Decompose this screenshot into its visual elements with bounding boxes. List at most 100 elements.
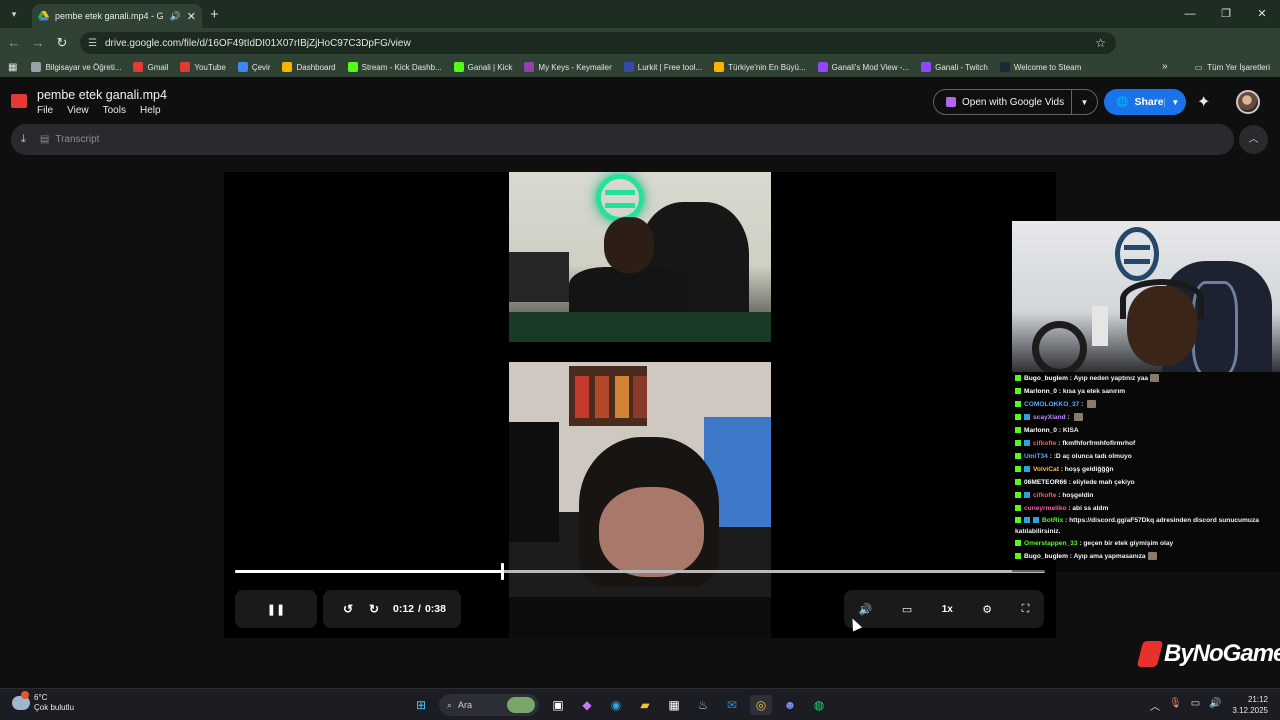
back-icon[interactable]: ← xyxy=(2,35,26,50)
bookmark-item[interactable]: Dashboard xyxy=(282,62,336,72)
settings-gear-icon[interactable]: ⚙ xyxy=(982,603,992,616)
weather-text: Çok bulutlu xyxy=(34,703,75,712)
menu-tools[interactable]: Tools xyxy=(103,105,126,116)
file-explorer-icon[interactable]: ▰ xyxy=(634,695,656,715)
account-avatar[interactable] xyxy=(1236,90,1260,114)
bookmark-item[interactable]: Stream - Kick Dashb... xyxy=(347,62,442,72)
bookmark-item[interactable]: Çevir xyxy=(237,62,270,72)
open-with-google-vids-button[interactable]: Open with Google Vids ▼ xyxy=(933,89,1098,115)
video-player[interactable]: ❚❚ ↺ ↻ 0:12 / 0:38 🔊 ▭ 1x ⚙ ⛶ xyxy=(224,172,1056,638)
restore-icon[interactable]: ❐ xyxy=(1208,0,1244,28)
microphone-icon[interactable]: 🎙 xyxy=(1169,698,1182,713)
clock[interactable]: 21:12 3.12.2025 xyxy=(1232,694,1268,716)
forward-10-icon[interactable]: ↻ xyxy=(361,602,387,616)
chat-username: VolviCat xyxy=(1033,466,1059,473)
copilot-icon[interactable]: ◆ xyxy=(576,695,598,715)
chat-username: BotRix xyxy=(1042,517,1064,524)
site-info-icon[interactable]: ☰ xyxy=(88,38,97,49)
bookmark-item[interactable]: Lurkit | Free tool... xyxy=(623,62,703,72)
menu-file[interactable]: File xyxy=(37,105,53,116)
window-controls: — ❐ ✕ xyxy=(1172,0,1280,28)
task-view-icon[interactable]: ▣ xyxy=(547,695,569,715)
bookmark-item[interactable]: Ganali | Kick xyxy=(453,62,512,72)
steam-icon[interactable]: ♨ xyxy=(692,695,714,715)
collapse-chevron-icon[interactable]: ︿ xyxy=(1239,125,1268,154)
chat-message: Marlonn_0 : KISA xyxy=(1015,424,1280,437)
network-icon[interactable]: ▭ xyxy=(1191,698,1200,713)
bookmark-item[interactable]: Bilgisayar ve Öğreti... xyxy=(31,62,121,72)
download-icon[interactable]: ⤓ xyxy=(21,133,26,146)
gemini-sparkle-icon[interactable]: ✦ xyxy=(1197,92,1210,112)
captions-icon[interactable]: ▭ xyxy=(902,603,912,616)
apps-grid-icon[interactable]: ▦ xyxy=(8,62,17,73)
all-bookmarks-label: Tüm Yer İşaretleri xyxy=(1207,62,1270,72)
chrome-icon[interactable]: ◎ xyxy=(750,695,772,715)
close-tab-icon[interactable]: ✕ xyxy=(187,10,196,23)
spotify-icon[interactable]: ◍ xyxy=(808,695,830,715)
cloud-icon xyxy=(12,691,30,710)
store-icon[interactable]: ▦ xyxy=(663,695,685,715)
video-frame-bottom xyxy=(509,362,771,638)
bookmark-item[interactable]: Welcome to Steam xyxy=(999,62,1081,72)
progress-fill xyxy=(235,570,503,573)
menu-help[interactable]: Help xyxy=(140,105,161,116)
more-bookmarks-icon[interactable]: » xyxy=(1162,57,1168,77)
bookmark-favicon-icon xyxy=(623,62,634,72)
volume-icon[interactable]: 🔊 xyxy=(859,603,873,616)
bookmark-item[interactable]: Türkiye'nin En Büyü... xyxy=(714,62,806,72)
bookmark-item[interactable]: YouTube xyxy=(180,62,226,72)
share-button[interactable]: 🌐 Share ▼ xyxy=(1104,89,1186,115)
forward-icon[interactable]: → xyxy=(26,35,50,50)
bookmark-star-icon[interactable]: ☆ xyxy=(1095,36,1106,50)
rewind-10-icon[interactable]: ↺ xyxy=(335,602,361,616)
bookmark-item[interactable]: Ganali - Twitch xyxy=(921,62,988,72)
address-bar[interactable]: ☰ drive.google.com/file/d/16OF49tIdDI01X… xyxy=(80,32,1116,54)
chat-message: VolviCat : hoşş geldiğğğn xyxy=(1015,463,1280,476)
bookmark-favicon-icon xyxy=(714,62,725,72)
chat-badge-icon xyxy=(1015,427,1021,434)
bynogame-logo-mark xyxy=(1136,641,1164,667)
bookmark-label: Lurkit | Free tool... xyxy=(637,62,703,72)
audio-playing-icon[interactable]: 🔊 xyxy=(170,11,181,22)
windows-taskbar: 6°C Çok bulutlu ⊞ ⌕ Ara ▣ ◆ ◉ ▰ ▦ ♨ ✉ ◎ … xyxy=(0,688,1280,720)
share-dropdown-icon[interactable]: ▼ xyxy=(1163,97,1186,107)
chat-message: cifkofte : hoşgeldin xyxy=(1015,489,1280,502)
progress-scrubber[interactable] xyxy=(501,563,505,580)
chat-badge-icon xyxy=(1015,540,1021,547)
windows-start-icon[interactable]: ⊞ xyxy=(410,695,432,715)
chat-text: Ayıp ama yapmasanıza xyxy=(1073,553,1146,560)
discord-icon[interactable]: ☻ xyxy=(779,695,801,715)
playback-speed[interactable]: 1x xyxy=(942,604,953,615)
tab-search-icon[interactable]: ▾ xyxy=(4,4,24,24)
bookmark-label: Bilgisayar ve Öğreti... xyxy=(45,62,122,72)
chat-text: hoşgeldin xyxy=(1062,492,1094,499)
speaker-icon[interactable]: 🔊 xyxy=(1209,698,1221,713)
tray-overflow-icon[interactable]: ︿ xyxy=(1150,698,1160,713)
open-with-dropdown-icon[interactable]: ▼ xyxy=(1071,90,1097,114)
close-window-icon[interactable]: ✕ xyxy=(1244,0,1280,28)
search-placeholder: Ara xyxy=(458,700,473,710)
new-tab-icon[interactable]: + xyxy=(210,6,219,23)
outlook-icon[interactable]: ✉ xyxy=(721,695,743,715)
weather-widget[interactable]: 6°C Çok bulutlu xyxy=(12,691,75,713)
transcript-label[interactable]: Transcript xyxy=(55,134,99,145)
chat-message: cifkofte : fkmfhforfrmhfoflrmrhof xyxy=(1015,437,1280,450)
reload-icon[interactable]: ↻ xyxy=(50,35,74,51)
bookmark-item[interactable]: My Keys - Keymailer xyxy=(524,62,612,72)
bookmark-item[interactable]: Ganali's Mod View -... xyxy=(817,62,909,72)
chat-badge-icon xyxy=(1015,375,1021,382)
edge-icon[interactable]: ◉ xyxy=(605,695,627,715)
wall-logo xyxy=(1115,227,1159,281)
minimize-icon[interactable]: — xyxy=(1172,0,1208,28)
all-bookmarks[interactable]: ▭ Tüm Yer İşaretleri xyxy=(1195,57,1270,77)
chat-username: UmiT34 xyxy=(1024,453,1048,460)
menu-view[interactable]: View xyxy=(67,105,89,116)
chat-username: Bugo_buglem xyxy=(1024,375,1068,382)
bookmark-item[interactable]: Gmail xyxy=(133,62,168,72)
browser-tab[interactable]: pembe etek ganali.mp4 - G 🔊 ✕ xyxy=(32,4,202,28)
taskbar-search[interactable]: ⌕ Ara xyxy=(439,694,539,716)
play-pause-button[interactable]: ❚❚ xyxy=(235,590,317,628)
file-title[interactable]: pembe etek ganali.mp4 xyxy=(37,88,167,102)
fullscreen-icon[interactable]: ⛶ xyxy=(1022,603,1030,616)
pause-icon: ❚❚ xyxy=(266,603,286,616)
